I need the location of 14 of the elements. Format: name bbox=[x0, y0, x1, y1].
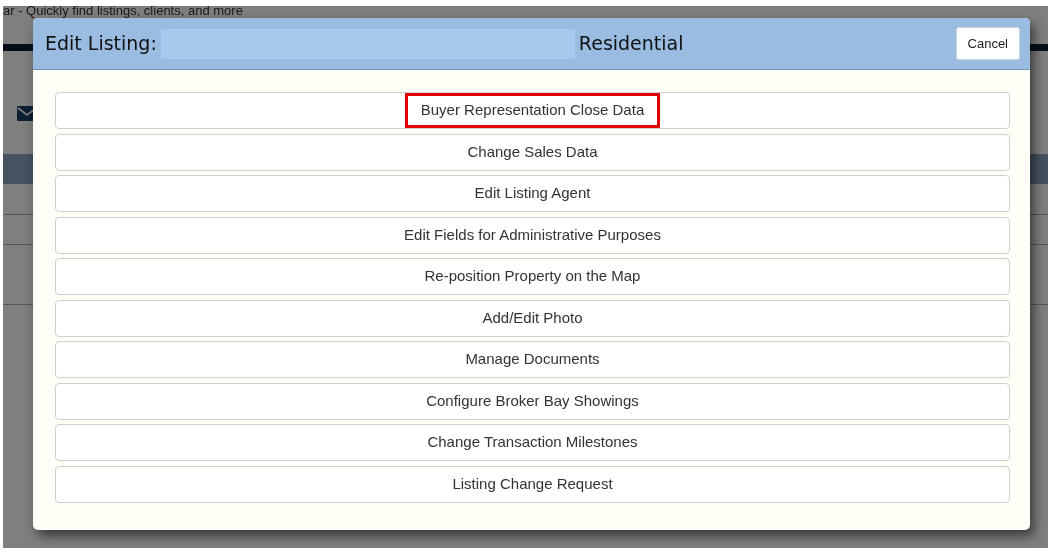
action-button[interactable]: Change Transaction Milestones bbox=[55, 424, 1010, 461]
cancel-button[interactable]: Cancel bbox=[955, 26, 1020, 61]
action-button[interactable]: Manage Documents bbox=[55, 341, 1010, 378]
search-hint: ar - Quickly find listings, clients, and more bbox=[3, 6, 243, 19]
action-button[interactable]: Edit Listing Agent bbox=[55, 175, 1010, 212]
action-button[interactable]: Change Sales Data bbox=[55, 133, 1010, 171]
action-button[interactable]: Configure Broker Bay Showings bbox=[55, 382, 1010, 420]
action-button[interactable]: Listing Change Request bbox=[55, 465, 1010, 503]
action-button[interactable]: Buyer Representation Close Data bbox=[55, 92, 1010, 129]
dialog-title: Edit Listing: bbox=[45, 31, 157, 57]
dialog-subtitle: Residential bbox=[578, 31, 684, 57]
action-button[interactable]: Edit Fields for Administrative Purposes bbox=[55, 216, 1010, 254]
action-button[interactable]: Add/Edit Photo bbox=[55, 299, 1010, 337]
action-button[interactable]: Re-position Property on the Map bbox=[55, 258, 1010, 295]
